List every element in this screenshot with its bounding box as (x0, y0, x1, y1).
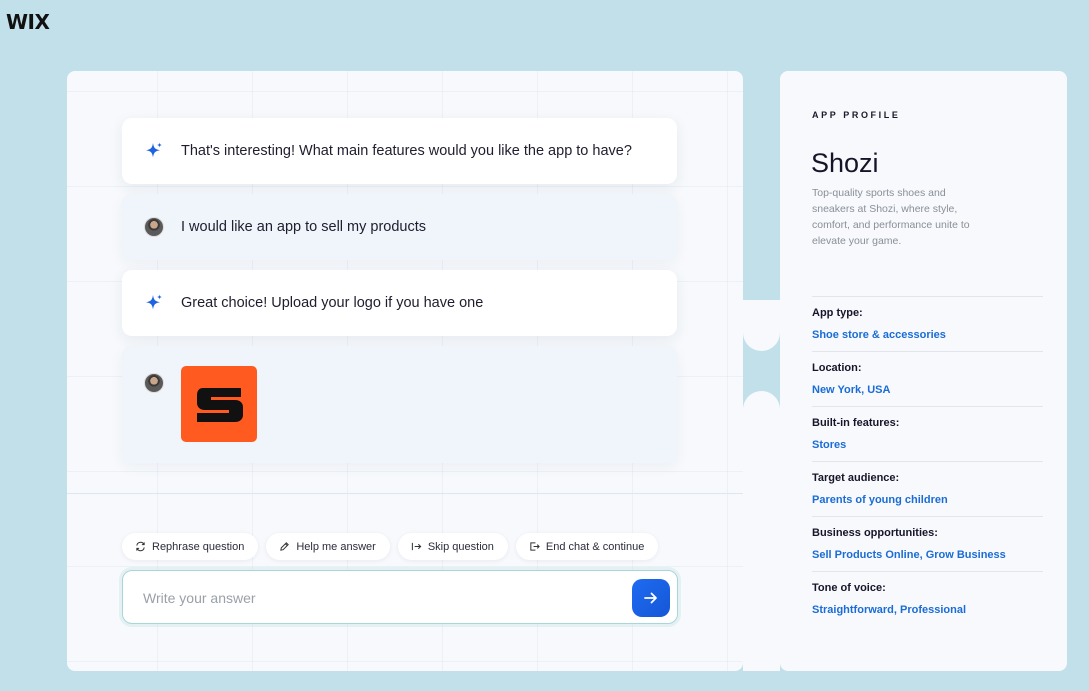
user-message: I would like an app to sell my products (122, 194, 677, 260)
panel-connector-bottom (743, 391, 780, 671)
profile-field-location[interactable]: Location: New York, USA (812, 351, 1043, 406)
end-chat-button[interactable]: End chat & continue (515, 533, 659, 560)
sparkle-icon (143, 140, 165, 162)
chat-divider (67, 493, 743, 494)
assistant-message: That's interesting! What main features w… (122, 118, 677, 184)
arrow-right-icon (644, 592, 657, 604)
message-text: Great choice! Upload your logo if you ha… (181, 295, 484, 311)
profile-field-target-audience[interactable]: Target audience: Parents of young childr… (812, 461, 1043, 516)
skip-question-button[interactable]: Skip question (397, 533, 508, 560)
pencil-icon (280, 542, 290, 551)
section-label: APP PROFILE (812, 110, 901, 120)
message-text: That's interesting! What main features w… (181, 143, 632, 159)
profile-field-business-opportunities[interactable]: Business opportunities: Sell Products On… (812, 516, 1043, 571)
exit-icon (530, 542, 540, 551)
wix-logo: WIX (6, 10, 50, 34)
avatar (143, 216, 165, 238)
app-name: Shozi (811, 148, 879, 178)
help-me-answer-button[interactable]: Help me answer (266, 533, 390, 560)
panel-gap (743, 71, 780, 301)
panel-connector-top (743, 300, 780, 351)
avatar (143, 372, 165, 394)
chat-panel: That's interesting! What main features w… (67, 71, 743, 671)
profile-field-built-in-features[interactable]: Built-in features: Stores (812, 406, 1043, 461)
skip-icon (411, 542, 422, 551)
send-button[interactable] (632, 579, 670, 617)
message-text: I would like an app to sell my products (181, 219, 427, 235)
app-description: Top-quality sports shoes and sneakers at… (812, 187, 970, 247)
answer-input-box (122, 570, 678, 624)
assistant-message: Great choice! Upload your logo if you ha… (122, 270, 677, 336)
uploaded-logo-image[interactable] (181, 366, 257, 442)
profile-field-app-type[interactable]: App type: Shoe store & accessories (812, 296, 1043, 351)
user-message (122, 346, 677, 463)
answer-input[interactable] (143, 587, 613, 609)
sparkle-icon (143, 292, 165, 314)
app-profile-panel: APP PROFILE Shozi Top-quality sports sho… (780, 71, 1067, 671)
quick-actions: Rephrase question Help me answer Skip qu… (122, 533, 659, 560)
refresh-icon (136, 541, 145, 552)
profile-field-tone-of-voice[interactable]: Tone of voice: Straightforward, Professi… (812, 571, 1043, 626)
rephrase-question-button[interactable]: Rephrase question (122, 533, 259, 560)
